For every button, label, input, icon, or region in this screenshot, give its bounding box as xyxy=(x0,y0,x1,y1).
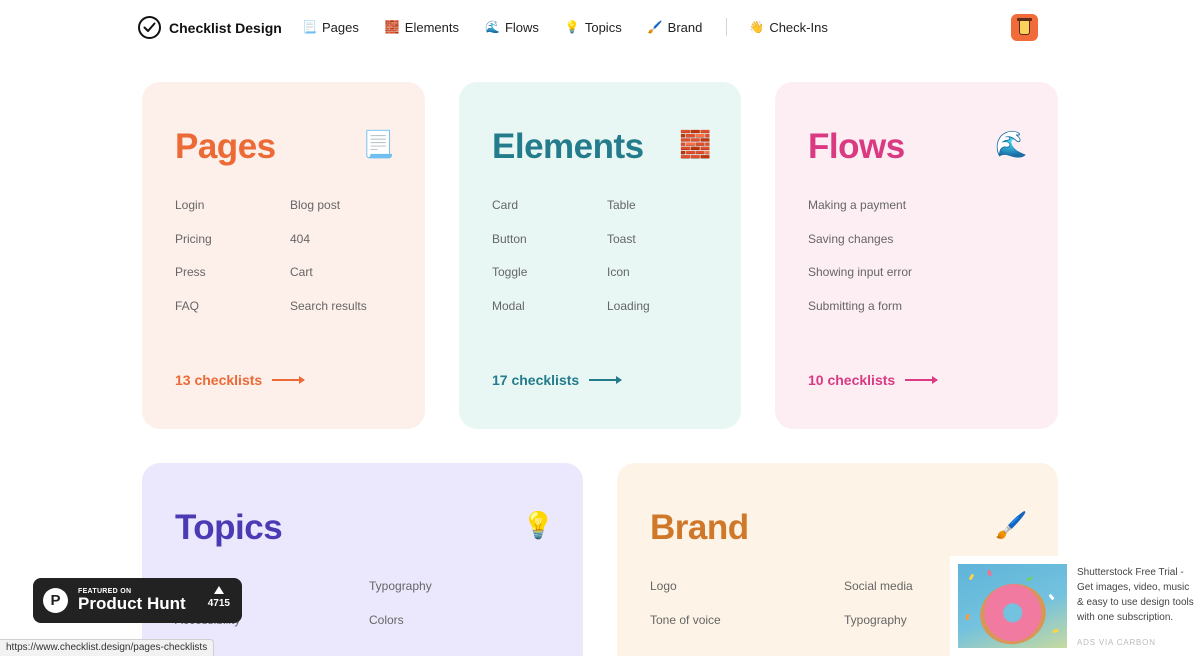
list-item[interactable]: Login xyxy=(175,198,290,232)
list-item[interactable]: Tone of voice xyxy=(650,613,844,647)
upvote-count: 4715 xyxy=(208,586,230,609)
checklists-count: 13 checklists xyxy=(175,372,263,388)
checklists-count: 17 checklists xyxy=(492,372,580,388)
list-item[interactable]: Loading xyxy=(607,299,722,333)
lightbulb-emoji-icon: 💡 xyxy=(522,510,555,540)
card-title: Elements xyxy=(492,127,644,166)
list-item[interactable]: Saving changes xyxy=(808,232,1038,266)
list-item[interactable]: Typography xyxy=(369,579,563,613)
card-title: Pages xyxy=(175,127,276,166)
card-title: Topics xyxy=(175,508,283,547)
card-elements[interactable]: Elements 🧱 Card Table Button Toast Toggl… xyxy=(459,82,741,429)
checklists-link[interactable]: 10 checklists xyxy=(808,372,939,388)
page-emoji-icon: 📃 xyxy=(302,20,317,34)
nav-link-label: Check-Ins xyxy=(769,19,828,35)
list-item[interactable]: Cart xyxy=(290,265,405,299)
list-item[interactable]: Card xyxy=(492,198,607,232)
nav-link-topics[interactable]: 💡 Topics xyxy=(565,20,622,35)
ad-text[interactable]: Shutterstock Free Trial - Get images, vi… xyxy=(1077,565,1197,625)
list-item[interactable]: 404 xyxy=(290,232,405,266)
paintbrush-emoji-icon: 🖌️ xyxy=(995,510,1028,540)
list-item[interactable]: Toggle xyxy=(492,265,607,299)
wave-emoji-icon: 🌊 xyxy=(484,20,500,34)
list-item[interactable]: Button xyxy=(492,232,607,266)
logo-text: Checklist Design xyxy=(169,19,282,36)
sprinkle xyxy=(1052,628,1059,634)
checkmark-circle-icon xyxy=(138,16,161,39)
list-item[interactable]: Showing input error xyxy=(808,265,1038,299)
list-item[interactable]: Logo xyxy=(650,579,844,613)
card-flows[interactable]: Flows 🌊 Making a payment Saving changes … xyxy=(775,82,1058,429)
list-item[interactable]: Submitting a form xyxy=(808,299,1038,333)
upvote-triangle-icon xyxy=(213,586,224,594)
card-pages[interactable]: Pages 📃 Login Blog post Pricing 404 Pres… xyxy=(142,82,425,429)
nav-link-label: Topics xyxy=(584,19,622,35)
list-item[interactable]: Table xyxy=(607,198,722,232)
nav-link-label: Flows xyxy=(504,19,539,35)
ad-via-label[interactable]: ADS VIA CARBON xyxy=(1077,638,1156,647)
nav-divider xyxy=(726,18,728,36)
card-items: Card Table Button Toast Toggle Icon Moda… xyxy=(492,198,722,332)
nav-link-brand[interactable]: 🖌️ Brand xyxy=(648,20,703,35)
nav-link-pages[interactable]: 📃 Pages xyxy=(302,20,359,35)
checklists-count: 10 checklists xyxy=(808,372,896,388)
list-item[interactable]: FAQ xyxy=(175,299,290,333)
sprinkle xyxy=(1026,576,1033,582)
arrow-right-icon xyxy=(905,376,939,384)
card-items: Login Blog post Pricing 404 Press Cart F… xyxy=(175,198,405,332)
link-status-bar: https://www.checklist.design/pages-check… xyxy=(0,639,215,656)
brick-emoji-icon: 🧱 xyxy=(679,129,712,159)
sprinkle xyxy=(965,613,970,621)
card-title: Brand xyxy=(650,508,749,547)
checklists-link[interactable]: 17 checklists xyxy=(492,372,623,388)
card-title: Flows xyxy=(808,127,905,166)
checklists-link[interactable]: 13 checklists xyxy=(175,372,306,388)
nav-link-elements[interactable]: 🧱 Elements xyxy=(385,20,459,35)
paintbrush-emoji-icon: 🖌️ xyxy=(647,20,663,34)
card-topics[interactable]: Topics 💡 Dark mode Typography Accessibil… xyxy=(142,463,583,656)
top-navigation: Checklist Design 📃 Pages 🧱 Elements 🌊 Fl… xyxy=(0,0,1200,56)
list-item[interactable]: Colors xyxy=(369,613,563,647)
sprinkle xyxy=(968,573,975,581)
arrow-right-icon xyxy=(589,376,623,384)
list-item[interactable]: Modal xyxy=(492,299,607,333)
list-item[interactable]: Blog post xyxy=(290,198,405,232)
product-hunt-name: Product Hunt xyxy=(78,594,186,613)
buy-coffee-button[interactable] xyxy=(1011,14,1038,41)
product-hunt-logo-icon: P xyxy=(43,588,68,613)
card-items: Making a payment Saving changes Showing … xyxy=(808,198,1038,332)
nav-link-label: Pages xyxy=(321,19,359,35)
sprinkle xyxy=(987,569,992,577)
list-item[interactable]: Icon xyxy=(607,265,722,299)
list-item[interactable]: Pricing xyxy=(175,232,290,266)
arrow-right-icon xyxy=(272,376,306,384)
donut-image xyxy=(973,576,1053,648)
list-item[interactable]: Toast xyxy=(607,232,722,266)
upvote-number: 4715 xyxy=(207,598,230,609)
nav-links: 📃 Pages 🧱 Elements 🌊 Flows 💡 Topics 🖌️ B… xyxy=(302,18,854,36)
list-item[interactable]: Search results xyxy=(290,299,405,333)
page-emoji-icon: 📃 xyxy=(362,129,395,159)
list-item[interactable]: Making a payment xyxy=(808,198,1038,232)
list-item[interactable]: Press xyxy=(175,265,290,299)
carbon-ad[interactable]: Shutterstock Free Trial - Get images, vi… xyxy=(950,556,1200,656)
product-hunt-text: FEATURED ON Product Hunt xyxy=(78,588,186,613)
site-logo[interactable]: Checklist Design xyxy=(138,16,282,39)
nav-link-check-ins[interactable]: 👋 Check-Ins xyxy=(749,20,827,35)
sprinkle xyxy=(1048,593,1055,601)
product-hunt-badge[interactable]: P FEATURED ON Product Hunt 4715 xyxy=(33,578,242,623)
wave-emoji-icon: 🌊 xyxy=(995,129,1028,159)
coffee-cup-icon xyxy=(1017,18,1032,35)
lightbulb-emoji-icon: 💡 xyxy=(564,20,580,34)
nav-link-label: Brand xyxy=(667,19,703,35)
ad-image[interactable] xyxy=(958,564,1067,648)
brick-emoji-icon: 🧱 xyxy=(384,20,400,34)
nav-link-label: Elements xyxy=(404,19,459,35)
nav-link-flows[interactable]: 🌊 Flows xyxy=(485,20,539,35)
waving-hand-emoji-icon: 👋 xyxy=(749,20,765,34)
